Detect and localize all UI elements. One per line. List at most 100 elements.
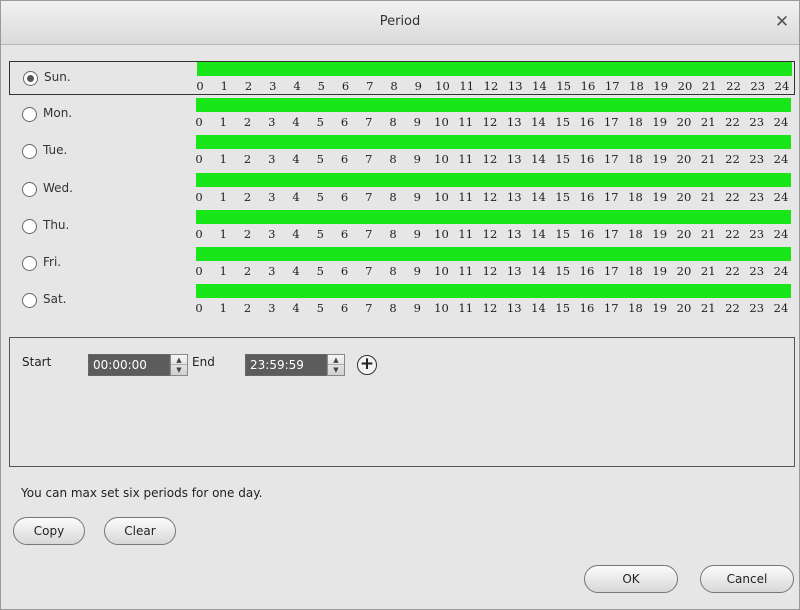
hour-tick-label: 8 (389, 226, 397, 241)
hour-tick-label: 14 (531, 264, 546, 278)
hour-tick-label: 15 (555, 152, 571, 167)
hour-tick-label: 6 (340, 152, 349, 167)
day-row[interactable]: Wed. 0 1 2 3 4 5 6 7 8 9 10 11 12 13 14 15 16 17 18 19 20 21 22… (9, 172, 795, 207)
triangle-up-icon[interactable]: ▲ (328, 355, 344, 365)
hour-tick-label: 10 (434, 115, 449, 130)
close-icon[interactable]: ✕ (771, 11, 793, 33)
hour-tick-label: 20 (677, 79, 693, 93)
schedule-coverage-bar[interactable] (196, 247, 791, 261)
hour-tick-label: 11 (458, 189, 474, 204)
hour-tick-label: 0 (196, 79, 204, 93)
hour-tick-label: 9 (413, 264, 421, 278)
day-row[interactable]: Thu. 0 1 2 3 4 5 6 7 8 9 10 11 12 13 14 15 16 17 18 19 20 21 22… (9, 209, 795, 244)
hour-tick-label: 8 (389, 301, 397, 316)
schedule-coverage-bar[interactable] (196, 135, 791, 150)
start-time-spinner[interactable]: ▲ ▼ (170, 354, 188, 376)
radio-icon[interactable] (22, 218, 37, 234)
hour-tick-label: 3 (268, 152, 276, 167)
hour-tick-label: 14 (531, 226, 546, 241)
hour-tick-label: 21 (700, 301, 716, 316)
hour-tick-label: 2 (243, 189, 252, 204)
schedule-coverage-bar[interactable] (196, 98, 791, 113)
hour-tick-label: 19 (652, 226, 668, 241)
hour-scale: 0 1 2 3 4 5 6 7 8 9 10 11 12 13 14 15 16 17 18 19 20 21 22 23 24 (189, 152, 799, 166)
start-label: Start (22, 355, 52, 369)
hour-tick-label: 18 (628, 226, 643, 241)
clear-button[interactable]: Clear (104, 517, 176, 545)
radio-icon[interactable] (22, 107, 37, 123)
hour-tick-label: 8 (389, 115, 397, 130)
hour-tick-label: 7 (365, 226, 373, 241)
hour-tick-label: 16 (579, 152, 595, 167)
day-row[interactable]: Sun. 0 1 2 3 4 5 6 7 8 9 10 11 12 13 14 15 16 17 18 19 20 21 22… (9, 61, 795, 95)
hour-tick-label: 2 (243, 115, 252, 130)
radio-icon[interactable] (22, 181, 37, 197)
hour-tick-label: 2 (243, 152, 252, 167)
day-row[interactable]: Tue. 0 1 2 3 4 5 6 7 8 9 10 11 12 13 14 15 16 17 18 19 20 21 22… (9, 135, 795, 169)
hour-tick-label: 21 (700, 189, 716, 204)
triangle-down-icon[interactable]: ▼ (171, 365, 187, 375)
hour-tick-label: 9 (413, 152, 421, 167)
end-time-input[interactable]: 23:59:59 (245, 354, 327, 376)
copy-button[interactable]: Copy (13, 517, 85, 545)
hour-tick-label: 24 (774, 79, 790, 93)
hour-tick-label: 6 (340, 301, 349, 316)
plus-circle-icon[interactable]: + (357, 355, 377, 375)
radio-icon[interactable] (22, 256, 37, 271)
ok-button[interactable]: OK (584, 565, 678, 593)
hour-tick-label: 17 (603, 152, 619, 167)
day-label: Mon. (43, 106, 73, 121)
hour-tick-label: 1 (219, 115, 227, 130)
hour-tick-label: 18 (628, 152, 643, 167)
hour-scale: 0 1 2 3 4 5 6 7 8 9 10 11 12 13 14 15 16 17 18 19 20 21 22 23 24 (189, 115, 799, 129)
radio-icon[interactable] (22, 144, 37, 160)
hour-tick-label: 0 (195, 115, 203, 130)
hour-tick-label: 4 (292, 301, 300, 316)
hour-tick-label: 14 (532, 79, 547, 93)
hour-tick-label: 21 (700, 115, 716, 130)
day-row[interactable]: Sat. 0 1 2 3 4 5 6 7 8 9 10 11 12 13 14 15 16 17 18 19 20 21 22… (9, 284, 795, 318)
hour-tick-label: 1 (219, 152, 227, 167)
hour-tick-label: 10 (434, 152, 449, 167)
start-time-input[interactable]: 00:00:00 (88, 354, 170, 376)
hour-tick-label: 1 (219, 189, 227, 204)
radio-icon[interactable] (23, 71, 38, 86)
day-row[interactable]: Mon. 0 1 2 3 4 5 6 7 8 9 10 11 12 13 14 15 16 17 18 19 20 21 22… (9, 98, 795, 132)
hour-tick-label: 18 (628, 301, 643, 316)
hour-tick-label: 3 (269, 79, 277, 93)
hour-tick-label: 2 (243, 301, 252, 316)
end-time-spinner[interactable]: ▲ ▼ (327, 354, 345, 376)
schedule-coverage-bar[interactable] (197, 62, 792, 76)
hour-tick-label: 22 (725, 189, 740, 204)
schedule-coverage-bar[interactable] (196, 209, 791, 224)
hour-tick-label: 21 (700, 226, 716, 241)
hour-tick-label: 13 (506, 152, 522, 167)
hour-tick-label: 24 (773, 226, 789, 241)
hour-tick-label: 12 (483, 79, 499, 93)
schedule-coverage-bar[interactable] (196, 172, 791, 187)
hour-tick-label: 4 (292, 226, 300, 241)
hour-tick-label: 12 (482, 189, 498, 204)
day-label: Sun. (44, 70, 71, 84)
cancel-button[interactable]: Cancel (700, 565, 794, 593)
hour-tick-label: 4 (293, 79, 301, 93)
triangle-up-icon[interactable]: ▲ (171, 355, 187, 365)
hour-tick-label: 0 (195, 152, 203, 167)
hour-tick-label: 11 (458, 152, 474, 167)
hour-tick-label: 17 (603, 115, 619, 130)
hour-tick-label: 24 (773, 264, 789, 278)
hour-tick-label: 7 (366, 79, 374, 93)
triangle-down-icon[interactable]: ▼ (328, 365, 344, 375)
day-row[interactable]: Fri. 0 1 2 3 4 5 6 7 8 9 10 11 12 13 14 15 16 17 18 19 20 21 22… (9, 247, 795, 281)
hour-tick-label: 1 (219, 264, 227, 278)
hour-tick-label: 16 (579, 301, 595, 316)
hour-tick-label: 23 (749, 264, 765, 278)
hour-tick-label: 9 (413, 301, 421, 316)
hour-tick-label: 2 (244, 79, 253, 93)
hour-tick-label: 20 (676, 152, 692, 167)
schedule-coverage-bar[interactable] (196, 284, 791, 299)
hour-tick-label: 4 (292, 152, 300, 167)
radio-icon[interactable] (22, 293, 37, 309)
hour-tick-label: 23 (749, 226, 765, 241)
hour-tick-label: 15 (555, 189, 571, 204)
